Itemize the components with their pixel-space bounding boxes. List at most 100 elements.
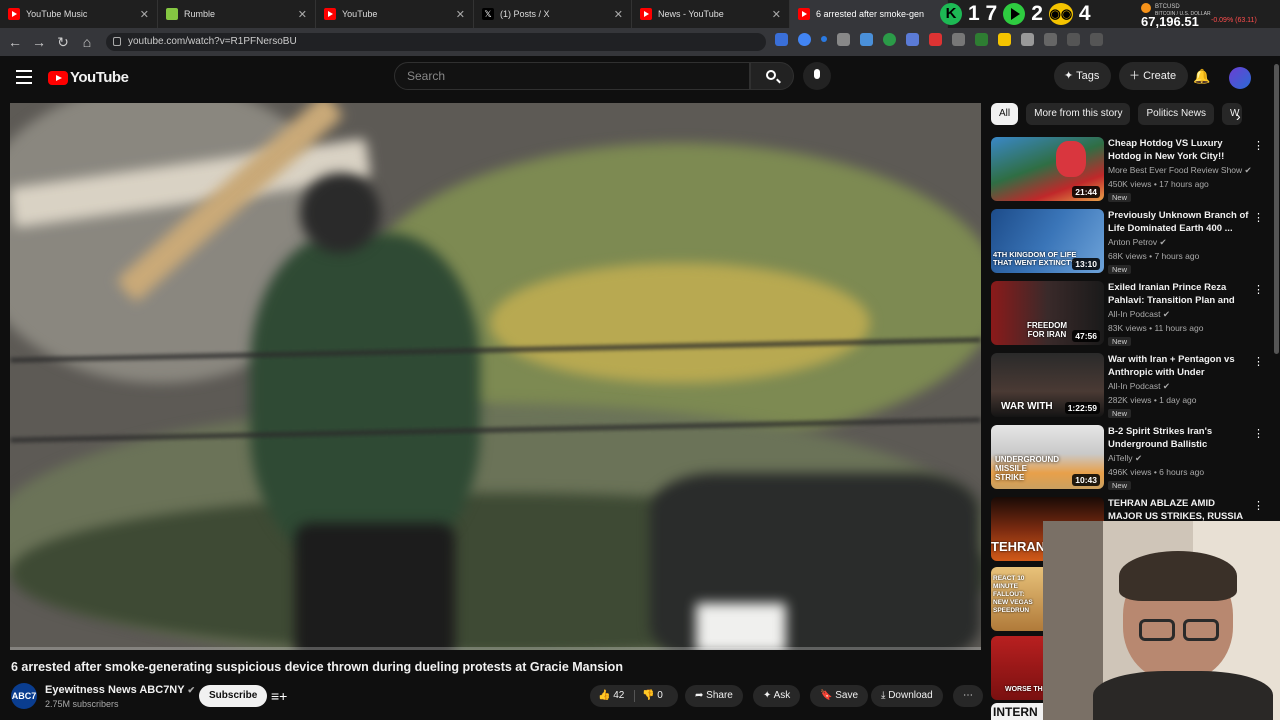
browser-tab[interactable]: Rumble ✕	[158, 0, 316, 28]
webcam-overlay	[1043, 521, 1280, 720]
extension-icon[interactable]	[883, 33, 896, 46]
rec-title: B-2 Spirit Strikes Iran's Underground Ba…	[1108, 426, 1213, 450]
rec-title: Cheap Hotdog VS Luxury Hotdog in New Yor…	[1108, 138, 1225, 162]
duration-badge: 47:56	[1072, 330, 1100, 342]
rec-channel: More Best Ever Food Review Show ✔	[1108, 165, 1252, 176]
close-tab-icon[interactable]: ✕	[298, 8, 307, 21]
back-icon[interactable]: ←	[3, 30, 27, 54]
home-icon[interactable]: ⌂	[75, 30, 99, 54]
video-thumbnail[interactable]: 21:44	[991, 137, 1104, 201]
browser-tab[interactable]: 𝕏 (1) Posts / X ✕	[474, 0, 632, 28]
like-button[interactable]: 👍 42	[598, 685, 624, 707]
youtube-icon	[324, 8, 336, 20]
recommendation-item[interactable]: FREEDOM FOR IRAN 47:56 Exiled Iranian Pr…	[991, 281, 1264, 347]
tray-count: 1 7	[968, 2, 998, 25]
video-thumbnail[interactable]: FREEDOM FOR IRAN 47:56	[991, 281, 1104, 345]
rec-title: TEHRAN ABLAZE AMID MAJOR US STRIKES, RUS…	[1108, 498, 1243, 522]
more-actions-icon[interactable]: ⋯	[953, 685, 983, 707]
chip-politics-news[interactable]: Politics News	[1138, 103, 1214, 125]
more-options-icon[interactable]: ⋮	[1253, 211, 1264, 224]
settings-icon[interactable]	[1067, 33, 1080, 46]
thumbnail-caption: WORSE TH	[1005, 686, 1043, 693]
extension-icon[interactable]	[952, 33, 965, 46]
avatar[interactable]	[1229, 67, 1251, 89]
reload-icon[interactable]: ↻	[51, 30, 75, 54]
search-input[interactable]: Search	[394, 62, 750, 90]
youtube-icon	[640, 8, 652, 20]
history-icon[interactable]	[1044, 33, 1057, 46]
page-scrollbar[interactable]	[1273, 56, 1280, 356]
channel-name[interactable]: Eyewitness News ABC7NY ✔	[45, 684, 195, 696]
forward-icon[interactable]: →	[27, 30, 51, 54]
extension-icon[interactable]	[906, 33, 919, 46]
recommendation-item[interactable]: 21:44 Cheap Hotdog VS Luxury Hotdog in N…	[991, 137, 1264, 203]
ask-button[interactable]: ✦ Ask	[753, 685, 801, 707]
browser-tab[interactable]: YouTube ✕	[316, 0, 474, 28]
btc-ticker: BTCUSD BITCOIN / U.S. DOLLAR 67,196.51 -…	[1141, 2, 1280, 29]
tags-button[interactable]: ✦ Tags	[1054, 62, 1112, 90]
url-bar[interactable]: youtube.com/watch?v=R1PFNersoBU	[106, 33, 766, 51]
share-button[interactable]: ➦ Share	[685, 685, 743, 707]
extension-icon[interactable]	[837, 33, 850, 46]
url-text: youtube.com/watch?v=R1PFNersoBU	[128, 36, 297, 47]
scrollbar-thumb[interactable]	[1274, 64, 1279, 354]
video-thumbnail[interactable]: 4TH KINGDOM OF LIFE THAT WENT EXTINCT? 1…	[991, 209, 1104, 273]
share-icon: ➦	[695, 690, 707, 701]
close-tab-icon[interactable]: ✕	[772, 8, 781, 21]
extension-icon[interactable]	[821, 36, 827, 42]
download-label: Download	[888, 690, 933, 701]
site-info-icon[interactable]	[113, 37, 121, 46]
hamburger-menu-icon[interactable]	[16, 70, 32, 84]
video-thumbnail[interactable]: WAR WITH 1:22:59	[991, 353, 1104, 417]
extension-icon[interactable]	[929, 33, 942, 46]
search-icon	[766, 70, 776, 80]
dislike-button[interactable]: 👎 0	[642, 685, 663, 707]
chip-more-from-this-story[interactable]: More from this story	[1026, 103, 1131, 125]
extension-icon[interactable]	[975, 33, 988, 46]
recommendation-item[interactable]: UNDERGROUND MISSILE STRIKE 10:43 B-2 Spi…	[991, 425, 1264, 491]
video-player[interactable]	[10, 103, 981, 650]
recommendation-item[interactable]: WAR WITH 1:22:59 War with Iran + Pentago…	[991, 353, 1264, 419]
channel-avatar[interactable]: ABC7	[11, 683, 37, 709]
video-progress-bar[interactable]	[10, 647, 981, 650]
browser-tab[interactable]: News - YouTube ✕	[632, 0, 790, 28]
subscribe-button[interactable]: Subscribe	[199, 685, 268, 707]
youtube-logo[interactable]: YouTube	[48, 69, 129, 86]
search-placeholder: Search	[407, 69, 446, 83]
extension-icon[interactable]	[775, 33, 788, 46]
dislike-count: 0	[657, 690, 663, 701]
save-button[interactable]: 🔖 Save	[810, 685, 869, 707]
rec-title: War with Iran + Pentagon vs Anthropic wi…	[1108, 354, 1235, 378]
close-tab-icon[interactable]: ✕	[140, 8, 149, 21]
more-options-icon[interactable]: ⋮	[1253, 283, 1264, 296]
rec-channel-name: More Best Ever Food Review Show	[1108, 165, 1243, 175]
more-options-icon[interactable]: ⋮	[1253, 355, 1264, 368]
close-tab-icon[interactable]: ✕	[614, 8, 623, 21]
more-options-icon[interactable]: ⋮	[1253, 427, 1264, 440]
rec-meta: 450K views • 17 hours ago	[1108, 179, 1209, 189]
verified-icon: ✔	[1244, 165, 1252, 175]
voice-search-icon[interactable]	[803, 62, 831, 90]
subscriber-count: 2.75M subscribers	[45, 699, 119, 709]
recommendation-item[interactable]: 4TH KINGDOM OF LIFE THAT WENT EXTINCT? 1…	[991, 209, 1264, 275]
create-button[interactable]: ＋ Create	[1119, 62, 1189, 90]
extension-icon[interactable]	[798, 33, 811, 46]
add-to-playlist-icon[interactable]: ≡+	[271, 688, 287, 704]
more-options-icon[interactable]: ⋮	[1253, 139, 1264, 152]
chip-all[interactable]: All	[991, 103, 1019, 125]
video-thumbnail[interactable]: UNDERGROUND MISSILE STRIKE 10:43	[991, 425, 1104, 489]
thumbnail-caption: INTERN	[993, 705, 1038, 719]
notifications-bell-icon[interactable]: 🔔	[1193, 69, 1210, 84]
extension-icon[interactable]	[860, 33, 873, 46]
extension-icon[interactable]	[998, 33, 1011, 46]
more-options-icon[interactable]: ⋮	[1253, 499, 1264, 512]
search-button[interactable]	[750, 62, 794, 90]
menu-icon[interactable]	[1090, 33, 1103, 46]
close-tab-icon[interactable]: ✕	[456, 8, 465, 21]
browser-tab[interactable]: YouTube Music ✕	[0, 0, 158, 28]
puzzle-icon[interactable]	[1021, 33, 1034, 46]
browser-tab-active[interactable]: 6 arrested after smoke-gen	[790, 0, 948, 28]
download-button[interactable]: ⤓ Download	[871, 685, 943, 707]
create-label: Create	[1143, 70, 1177, 82]
chevron-right-icon[interactable]: ›	[1236, 108, 1241, 124]
